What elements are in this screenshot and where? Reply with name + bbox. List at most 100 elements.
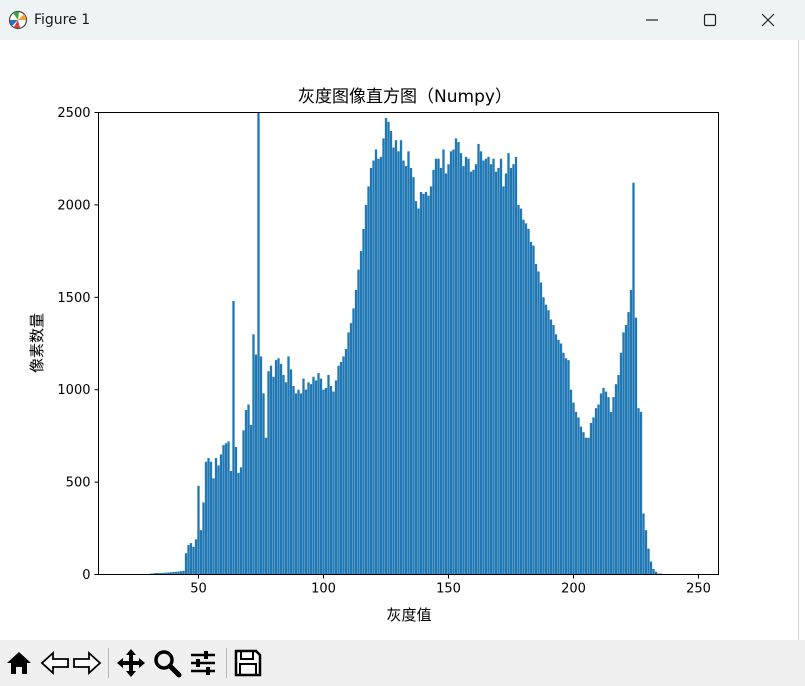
histogram-bar [439, 167, 443, 575]
histogram-bar [527, 228, 530, 575]
y-tick-label: 1500 [57, 291, 90, 306]
histogram-bar [572, 402, 575, 575]
histogram-bar [552, 325, 555, 575]
histogram-bar [469, 171, 473, 575]
histogram-bar [492, 158, 495, 575]
histogram-bar [314, 380, 318, 575]
histogram-bar [339, 361, 343, 575]
histogram-bar [642, 513, 645, 575]
configure-subplots-button[interactable] [186, 646, 220, 680]
histogram-bar [309, 384, 313, 575]
histogram-bar [272, 376, 275, 575]
histogram-bar [264, 437, 268, 575]
histogram-bar [614, 384, 618, 575]
histogram-bar [392, 147, 395, 575]
histogram-bar [579, 426, 583, 575]
histogram-bar [292, 386, 295, 575]
histogram-bar [389, 130, 393, 575]
histogram-bar [277, 358, 280, 575]
histogram-bar [224, 443, 228, 575]
histogram-bar [397, 151, 400, 575]
minimize-icon [646, 19, 658, 21]
histogram-bar [559, 343, 563, 575]
histogram-bar [239, 467, 243, 575]
histogram-bar [377, 158, 380, 575]
y-axis-label: 像素数量 [28, 313, 46, 373]
histogram-bar [319, 378, 323, 575]
histogram-bar [294, 393, 298, 575]
x-tick-label: 150 [436, 582, 461, 597]
histogram-bar [344, 349, 348, 575]
pan-button[interactable] [114, 646, 148, 680]
histogram-bars [149, 112, 668, 575]
histogram-bar [417, 208, 420, 575]
y-tick-label: 2000 [57, 198, 90, 213]
window-edge [798, 40, 805, 640]
histogram-bar [517, 204, 520, 575]
histogram-bar [354, 289, 358, 575]
chart-title: 灰度图像直方图（Numpy） [298, 87, 512, 107]
histogram-bar [257, 112, 260, 575]
histogram-bar [497, 167, 500, 575]
histogram-bar [432, 169, 435, 575]
minimize-button[interactable] [629, 0, 675, 40]
histogram-bar [569, 389, 573, 575]
back-button[interactable] [38, 646, 72, 680]
histogram-bar [504, 173, 508, 575]
histogram-bar [297, 389, 300, 575]
y-tick-label: 2500 [57, 106, 90, 121]
matplotlib-icon [8, 10, 28, 30]
histogram-bar [617, 374, 620, 575]
histogram-bar [477, 143, 480, 575]
histogram-bar [587, 437, 590, 575]
histogram-bar [487, 156, 490, 575]
histogram-bar [414, 201, 418, 575]
home-button[interactable] [2, 646, 36, 680]
histogram-bar [334, 380, 338, 575]
forward-button[interactable] [70, 646, 104, 680]
histogram-bar [402, 160, 405, 575]
histogram-bar [444, 173, 448, 575]
zoom-button[interactable] [150, 646, 184, 680]
histogram-bar [347, 332, 350, 575]
histogram-bar [324, 387, 328, 575]
window-titlebar: Figure 1 [0, 0, 805, 40]
histogram-bar [217, 465, 220, 575]
histogram-bar [327, 374, 330, 575]
histogram-bar [212, 478, 215, 575]
forward-icon [73, 650, 102, 676]
histogram-bar [254, 354, 258, 575]
histogram-bar [284, 382, 288, 575]
x-axis-label: 灰度值 [386, 606, 431, 624]
histogram-bar [584, 437, 588, 575]
zoom-icon [154, 650, 182, 678]
y-axis-ticks: 0 500 1000 1500 2000 2500 [57, 106, 99, 583]
histogram-bar [267, 371, 270, 575]
histogram-bar [329, 386, 333, 575]
histogram-bar [437, 158, 440, 575]
histogram-bar [637, 408, 640, 575]
toolbar-separator [226, 648, 227, 678]
configure-subplots-icon [191, 651, 215, 675]
close-button[interactable] [745, 0, 791, 40]
histogram-bar [302, 378, 305, 575]
histogram-bar [412, 177, 415, 575]
histogram-bar [544, 304, 548, 575]
maximize-button[interactable] [687, 0, 733, 40]
histogram-bar [489, 164, 493, 575]
histogram-bar [357, 269, 360, 575]
pan-icon [117, 649, 145, 677]
x-tick-label: 200 [561, 582, 586, 597]
histogram-bar [322, 389, 325, 575]
histogram-bar [474, 164, 478, 575]
histogram-bar [387, 121, 390, 575]
histogram-bar [362, 228, 365, 575]
histogram-bar [364, 204, 368, 575]
histogram-bar [519, 208, 523, 575]
histogram-bar [429, 186, 433, 575]
histogram-bar [442, 149, 445, 575]
histogram-bar [604, 391, 608, 575]
save-button[interactable] [231, 646, 265, 680]
histogram-bar [564, 358, 568, 575]
histogram-bar [312, 376, 315, 575]
